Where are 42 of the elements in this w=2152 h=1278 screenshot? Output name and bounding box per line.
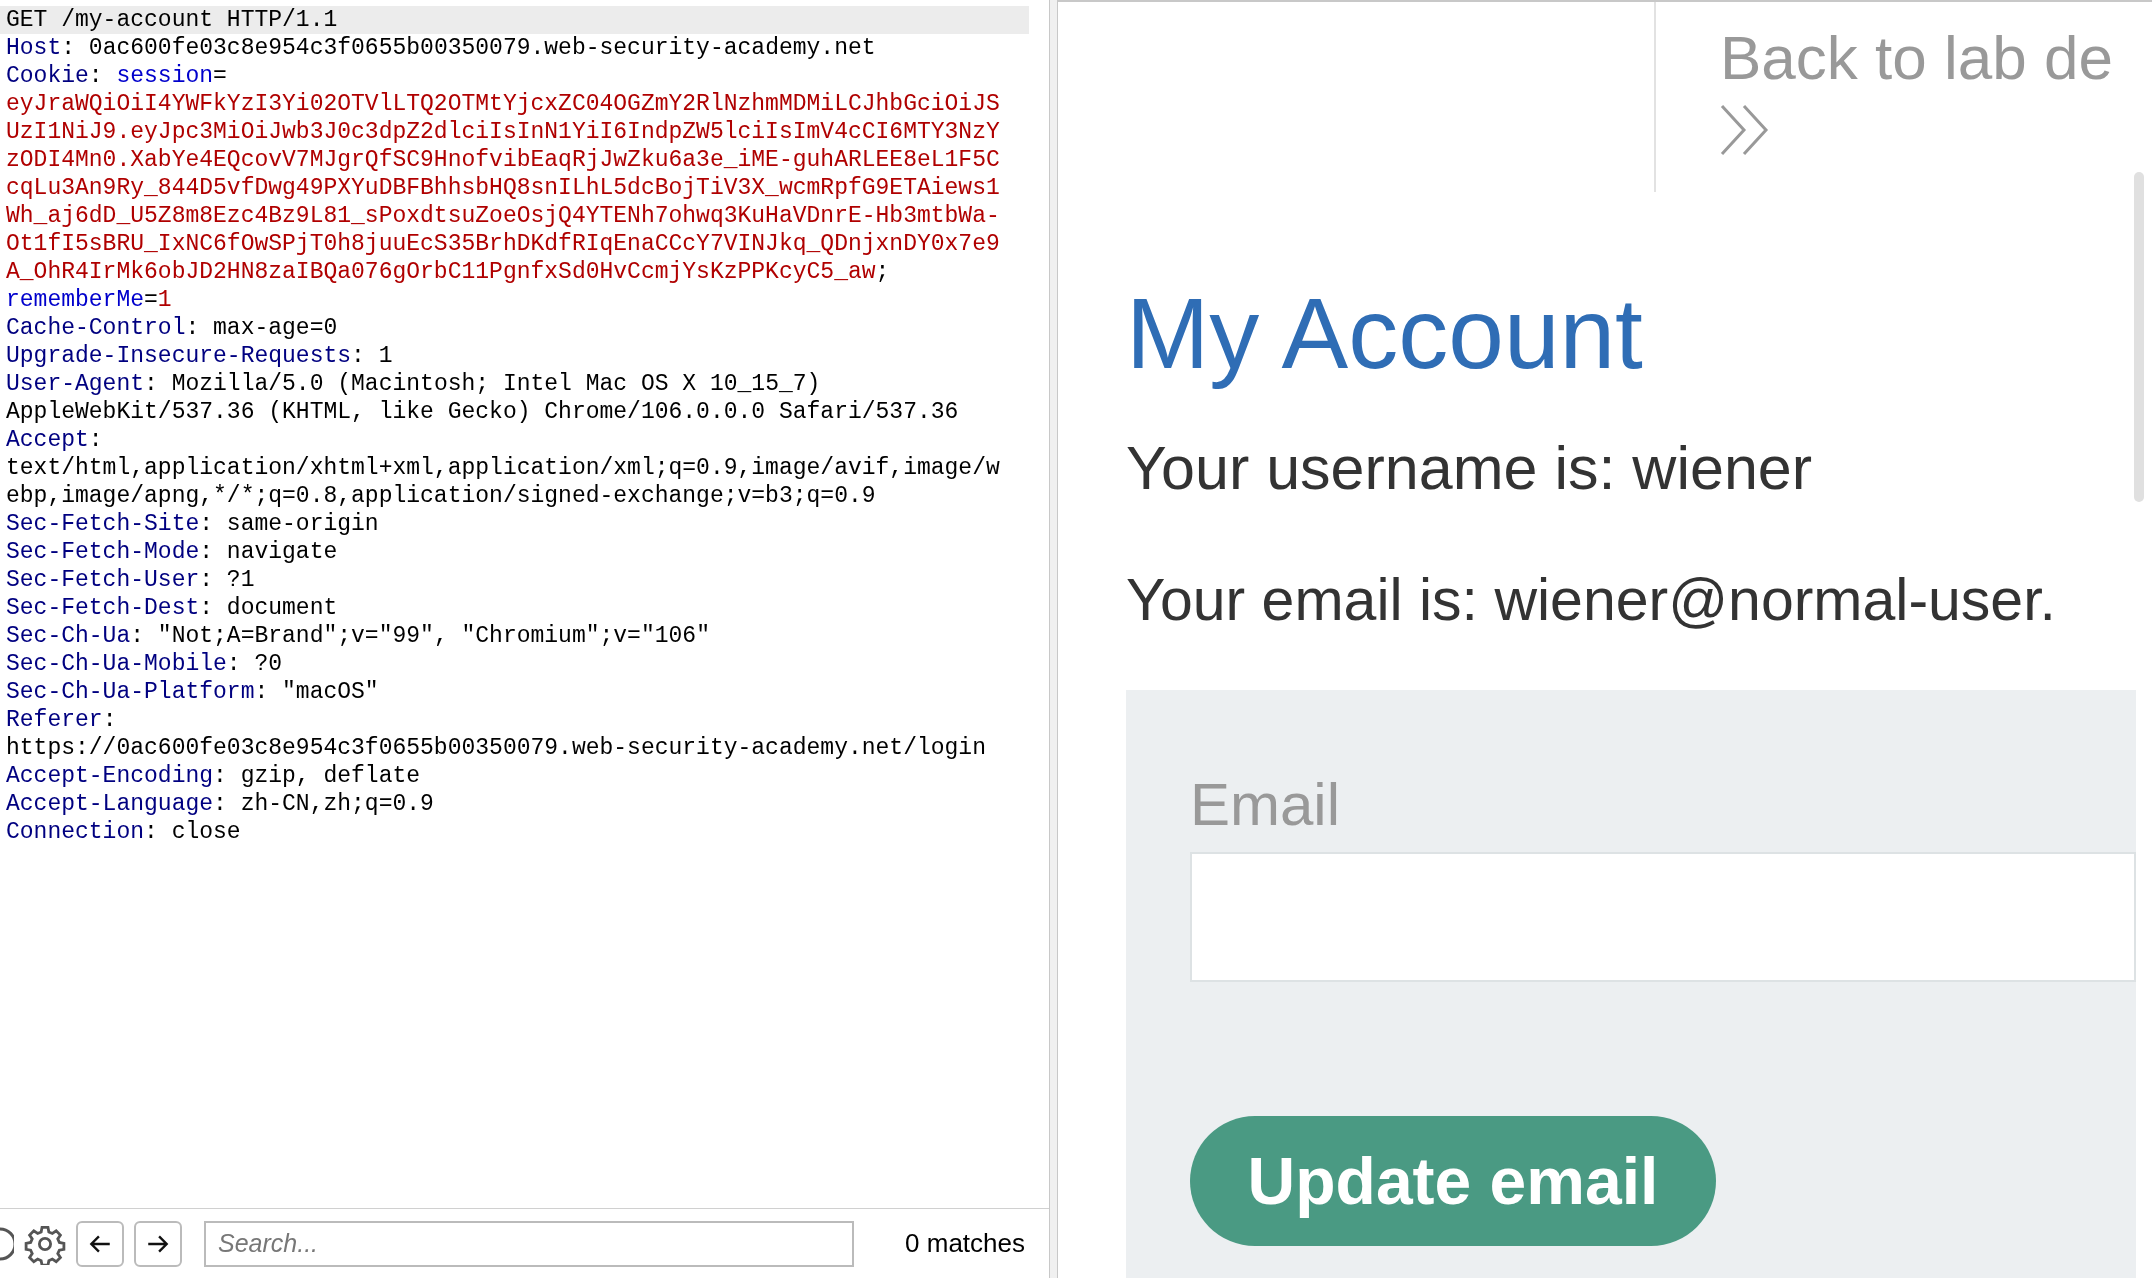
request-line: Upgrade-Insecure-Requests: 1: [5, 342, 394, 370]
request-line: text/html,application/xhtml+xml,application/xml;q=0.9,image/avif,image/w: [5, 454, 1001, 482]
request-line: Connection: close: [5, 818, 242, 846]
request-line: Sec-Ch-Ua-Mobile: ?0: [5, 650, 284, 678]
page-heading: My Account: [1126, 278, 1644, 388]
email-text: Your email is: wiener@normal-user.: [1126, 566, 2057, 635]
request-line: eyJraWQiOiI4YWFkYzI3Yi02OTVlLTQ2OTMtYjcxZC04OGZmY2RlNzhmMDMiLCJhbGciOiJS: [5, 90, 1001, 118]
request-line: Wh_aj6dD_U5Z8m8Ezc4Bz9L81_sPoxdtsuZoeOsjQ4YTENh7ohwq3KuHaVDnrE-Hb3mtbWa-: [5, 202, 1001, 230]
match-count: 0 matches: [905, 1227, 1025, 1260]
forward-button[interactable]: [134, 1220, 182, 1267]
request-line: User-Agent: Mozilla/5.0 (Macintosh; Intel Mac OS X 10_15_7): [5, 370, 822, 398]
update-email-button[interactable]: Update email: [1190, 1116, 1716, 1246]
email-input[interactable]: [1190, 852, 2136, 982]
request-line: A_OhR4IrMk6obJD2HN8zaIBQa076gOrbC11PgnfxSd0HvCcmjYsKzPPKcyC5_aw;: [5, 258, 891, 286]
request-line: Sec-Ch-Ua-Platform: "macOS": [5, 678, 380, 706]
request-line: Accept-Encoding: gzip, deflate: [5, 762, 422, 790]
request-line: Sec-Fetch-User: ?1: [5, 566, 256, 594]
request-line: Sec-Fetch-Mode: navigate: [5, 538, 339, 566]
request-line: ebp,image/apng,*/*;q=0.8,application/signed-exchange;v=b3;q=0.9: [5, 482, 877, 510]
request-line: Accept-Language: zh-CN,zh;q=0.9: [5, 790, 435, 818]
request-line: Accept:: [5, 426, 104, 454]
scrollbar[interactable]: [2134, 172, 2144, 502]
request-line: Sec-Ch-Ua: "Not;A=Brand";v="99", "Chromium";v="106": [5, 622, 711, 650]
username-text: Your username is: wiener: [1126, 433, 1814, 504]
request-line: Referer:: [5, 706, 118, 734]
request-line: Sec-Fetch-Dest: document: [5, 594, 339, 622]
request-line: cqLu3An9Ry_844D5vfDwg49PXYuDBFBhhsbHQ8snILhL5dcBojTiV3X_wcmRpfG9ETAiews1: [5, 174, 1001, 202]
request-line: https://0ac600fe03c8e954c3f0655b00350079.web-security-academy.net/login: [5, 734, 987, 762]
request-line: Cookie: session=: [5, 62, 228, 90]
double-chevron-icon: [1720, 104, 1770, 156]
request-line: Host: 0ac600fe03c8e954c3f0655b00350079.web-security-academy.net: [5, 34, 877, 62]
back-button[interactable]: [76, 1220, 124, 1267]
back-to-lab-link[interactable]: Back to lab de: [1720, 22, 2113, 94]
request-line: rememberMe=1: [5, 286, 173, 314]
request-line: Sec-Fetch-Site: same-origin: [5, 510, 380, 538]
request-line: AppleWebKit/537.36 (KHTML, like Gecko) Chrome/106.0.0.0 Safari/537.36: [5, 398, 960, 426]
request-line: zODI4Mn0.XabYe4EQcovV7MJgrQfSC9HnofvibEaqRjJwZku6a3e_iME-guhARLEE8eL1F5C: [5, 146, 1001, 174]
email-label: Email: [1190, 770, 1342, 840]
request-line: Ot1fI5sBRU_IxNC6fOwSPjT0h8juuEcS35BrhDKdfRIqEnaCCcY7VINJkq_QDnjxnDY0x7e9: [5, 230, 1001, 258]
request-line: UzI1NiJ9.eyJpc3MiOiJwb3J0c3dpZ2dlciIsInN1YiI6IndpZW5lciIsImV4cCI6MTY3NzY: [5, 118, 1001, 146]
request-line: Cache-Control: max-age=0: [5, 314, 339, 342]
search-field[interactable]: Search...: [204, 1220, 854, 1267]
